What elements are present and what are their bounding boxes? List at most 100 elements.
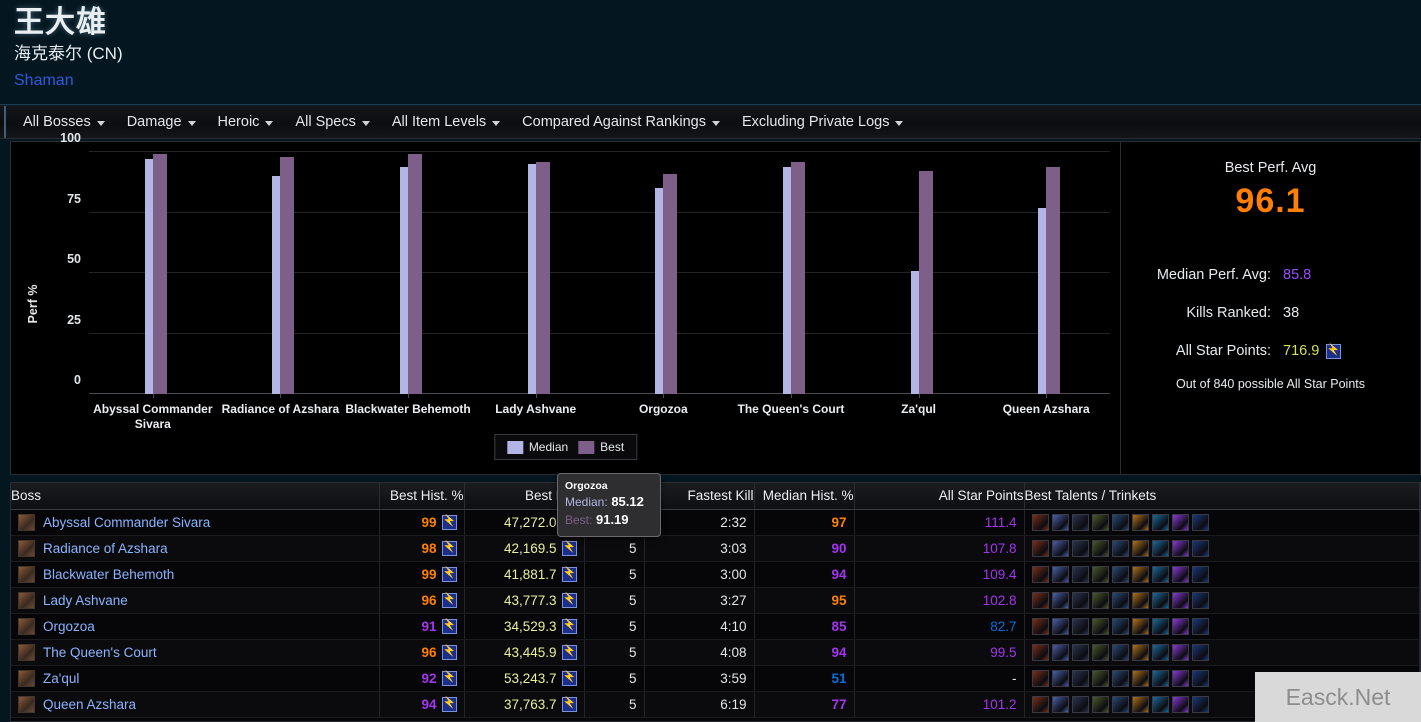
report-link-icon[interactable] — [562, 619, 577, 634]
talent-trinket-icon[interactable] — [1092, 592, 1109, 609]
talent-trinket-icon[interactable] — [1072, 618, 1089, 635]
talent-trinket-icon[interactable] — [1072, 644, 1089, 661]
talent-trinket-icon[interactable] — [1112, 540, 1129, 557]
character-class[interactable]: Shaman — [14, 69, 1421, 93]
talent-trinket-icon[interactable] — [1072, 540, 1089, 557]
talent-trinket-icon[interactable] — [1092, 566, 1109, 583]
bar-best[interactable] — [1046, 167, 1060, 394]
report-link-icon[interactable] — [442, 619, 457, 634]
column-header-best-hist[interactable]: Best Hist. % — [379, 483, 464, 509]
talent-trinket-icon[interactable] — [1112, 696, 1129, 713]
report-link-icon[interactable] — [442, 697, 457, 712]
legend-item-best[interactable]: Best — [578, 440, 624, 454]
talent-trinket-icon[interactable] — [1052, 566, 1069, 583]
talent-trinket-icon[interactable] — [1032, 514, 1049, 531]
talent-trinket-icon[interactable] — [1092, 696, 1109, 713]
talent-trinket-icon[interactable] — [1132, 696, 1149, 713]
boss-name-link[interactable]: Radiance of Azshara — [43, 541, 168, 556]
bar-best[interactable] — [791, 162, 805, 394]
bar-best[interactable] — [536, 162, 550, 394]
talent-trinket-icon[interactable] — [1192, 618, 1209, 635]
bar-best[interactable] — [663, 174, 677, 394]
filter-heroic[interactable]: Heroic — [207, 114, 285, 130]
talent-trinket-icon[interactable] — [1032, 566, 1049, 583]
talent-trinket-icon[interactable] — [1112, 644, 1129, 661]
talent-trinket-icon[interactable] — [1092, 540, 1109, 557]
talent-trinket-icon[interactable] — [1052, 592, 1069, 609]
talent-trinket-icon[interactable] — [1152, 566, 1169, 583]
table-row[interactable]: The Queen's Court9643,445.954:089499.5 — [11, 639, 1420, 665]
talent-trinket-icon[interactable] — [1152, 540, 1169, 557]
talent-trinket-icon[interactable] — [1052, 618, 1069, 635]
talent-trinket-icon[interactable] — [1152, 618, 1169, 635]
report-link-icon[interactable] — [562, 697, 577, 712]
talent-trinket-icon[interactable] — [1072, 566, 1089, 583]
legend-item-median[interactable]: Median — [507, 440, 568, 454]
report-link-icon[interactable] — [442, 541, 457, 556]
talent-trinket-icon[interactable] — [1172, 618, 1189, 635]
talent-trinket-icon[interactable] — [1172, 514, 1189, 531]
report-link-icon[interactable] — [562, 541, 577, 556]
filter-all-bosses[interactable]: All Bosses — [12, 114, 116, 130]
talent-trinket-icon[interactable] — [1032, 618, 1049, 635]
talent-trinket-icon[interactable] — [1172, 566, 1189, 583]
table-row[interactable]: Za'qul9253,243.753:5951- — [11, 665, 1420, 691]
boss-name-link[interactable]: Za'qul — [43, 671, 79, 686]
bar-best[interactable] — [919, 171, 933, 394]
report-link-icon[interactable] — [562, 593, 577, 608]
table-row[interactable]: Blackwater Behemoth9941,881.753:0094109.… — [11, 561, 1420, 587]
column-header-boss[interactable]: Boss — [11, 483, 379, 509]
filter-all-item-levels[interactable]: All Item Levels — [381, 114, 511, 130]
table-row[interactable]: Orgozoa9134,529.354:108582.7 — [11, 613, 1420, 639]
talent-trinket-icon[interactable] — [1112, 618, 1129, 635]
talent-trinket-icon[interactable] — [1152, 644, 1169, 661]
boss-name-link[interactable]: Queen Azshara — [43, 697, 136, 712]
talent-trinket-icon[interactable] — [1092, 644, 1109, 661]
report-link-icon[interactable] — [442, 671, 457, 686]
talent-trinket-icon[interactable] — [1152, 592, 1169, 609]
talent-trinket-icon[interactable] — [1112, 566, 1129, 583]
talent-trinket-icon[interactable] — [1092, 618, 1109, 635]
filter-all-specs[interactable]: All Specs — [284, 114, 380, 130]
boss-name-link[interactable]: Lady Ashvane — [43, 593, 128, 608]
column-header-all-star-points[interactable]: All Star Points — [854, 483, 1024, 509]
report-link-icon[interactable] — [442, 645, 457, 660]
talent-trinket-icon[interactable] — [1032, 670, 1049, 687]
boss-name-link[interactable]: Orgozoa — [43, 619, 95, 634]
talent-trinket-icon[interactable] — [1072, 696, 1089, 713]
talent-trinket-icon[interactable] — [1172, 540, 1189, 557]
talent-trinket-icon[interactable] — [1132, 566, 1149, 583]
bar-best[interactable] — [280, 157, 294, 394]
talent-trinket-icon[interactable] — [1152, 696, 1169, 713]
table-row[interactable]: Radiance of Azshara9842,169.553:0390107.… — [11, 535, 1420, 561]
talent-trinket-icon[interactable] — [1132, 514, 1149, 531]
talent-trinket-icon[interactable] — [1052, 540, 1069, 557]
talent-trinket-icon[interactable] — [1192, 566, 1209, 583]
talent-trinket-icon[interactable] — [1052, 696, 1069, 713]
bar-best[interactable] — [153, 154, 167, 394]
table-row[interactable]: Lady Ashvane9643,777.353:2795102.8 — [11, 587, 1420, 613]
report-link-icon[interactable] — [442, 515, 457, 530]
talent-trinket-icon[interactable] — [1032, 696, 1049, 713]
talent-trinket-icon[interactable] — [1112, 592, 1129, 609]
talent-trinket-icon[interactable] — [1172, 696, 1189, 713]
talent-trinket-icon[interactable] — [1152, 670, 1169, 687]
talent-trinket-icon[interactable] — [1192, 514, 1209, 531]
talent-trinket-icon[interactable] — [1052, 670, 1069, 687]
talent-trinket-icon[interactable] — [1092, 514, 1109, 531]
report-link-icon[interactable] — [562, 671, 577, 686]
talent-trinket-icon[interactable] — [1152, 514, 1169, 531]
talent-trinket-icon[interactable] — [1052, 644, 1069, 661]
talent-trinket-icon[interactable] — [1172, 670, 1189, 687]
talent-trinket-icon[interactable] — [1112, 670, 1129, 687]
bar-best[interactable] — [408, 154, 422, 394]
filter-excluding-private-logs[interactable]: Excluding Private Logs — [731, 114, 915, 130]
talent-trinket-icon[interactable] — [1132, 618, 1149, 635]
column-header-median-hist[interactable]: Median Hist. % — [754, 483, 854, 509]
report-link-icon[interactable] — [1326, 344, 1341, 359]
talent-trinket-icon[interactable] — [1192, 670, 1209, 687]
talent-trinket-icon[interactable] — [1172, 592, 1189, 609]
talent-trinket-icon[interactable] — [1192, 592, 1209, 609]
talent-trinket-icon[interactable] — [1192, 540, 1209, 557]
talent-trinket-icon[interactable] — [1052, 514, 1069, 531]
